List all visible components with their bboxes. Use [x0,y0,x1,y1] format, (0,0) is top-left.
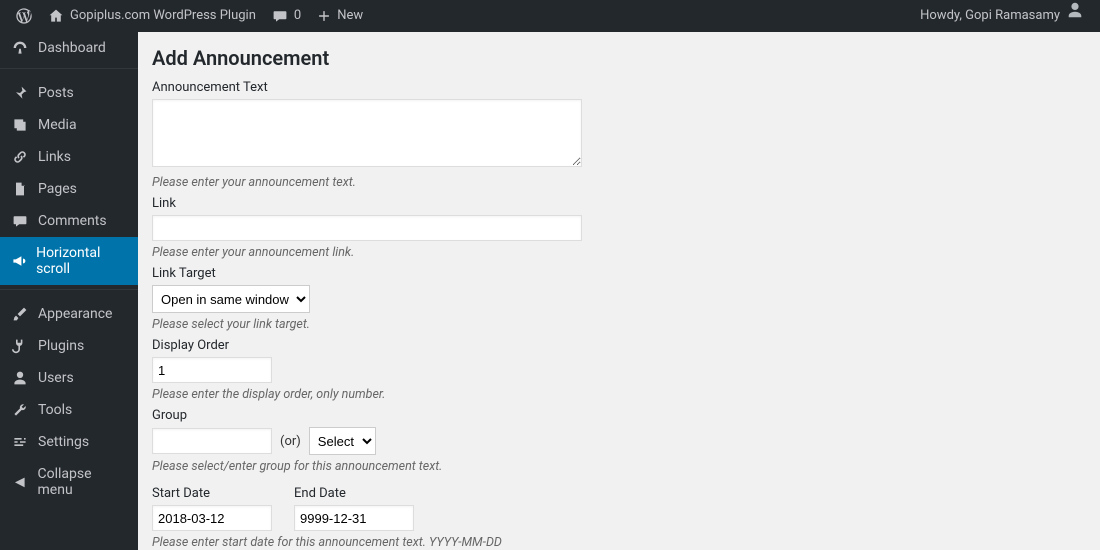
sidebar-item-label: Plugins [38,338,84,354]
link-target-label: Link Target [152,266,1080,281]
sidebar-item-label: Comments [38,213,107,229]
home-icon [48,8,64,24]
wp-logo[interactable] [8,8,40,24]
end-date-label: End Date [294,486,414,501]
media-icon [10,117,30,133]
sidebar-item-users[interactable]: Users [0,362,138,394]
site-name-link[interactable]: Gopiplus.com WordPress Plugin [40,0,264,32]
sidebar-item-settings[interactable]: Settings [0,426,138,458]
comments-count: 0 [294,0,301,32]
sidebar-item-dashboard[interactable]: Dashboard [0,32,138,64]
megaphone-icon [10,253,28,269]
page-content: Add Announcement Announcement Text Pleas… [138,32,1100,550]
link-input[interactable] [152,215,582,241]
sidebar-item-label: Dashboard [38,40,106,56]
pin-icon [10,85,30,101]
ann-text-label: Announcement Text [152,80,1080,95]
new-link[interactable]: New [309,0,371,32]
end-date-input[interactable] [294,505,414,531]
ann-text-help: Please enter your announcement text. [152,175,1080,190]
sidebar-item-label: Pages [38,181,77,197]
group-input[interactable] [152,428,272,454]
sidebar-item-label: Users [38,370,74,386]
sidebar-item-horizontal-scroll[interactable]: Horizontal scroll [0,237,138,285]
link-label: Link [152,196,1080,211]
link-help: Please enter your announcement link. [152,245,1080,260]
avatar-icon [1066,0,1084,32]
dashboard-icon [10,40,30,56]
or-text: (or) [280,434,301,449]
link-icon [10,149,30,165]
sidebar-item-appearance[interactable]: Appearance [0,298,138,330]
sidebar-item-posts[interactable]: Posts [0,77,138,109]
group-select[interactable]: Select [309,427,376,455]
brush-icon [10,306,30,322]
ann-text-input[interactable] [152,99,582,167]
sidebar-item-comments[interactable]: Comments [0,205,138,237]
sidebar-item-tools[interactable]: Tools [0,394,138,426]
sidebar-item-pages[interactable]: Pages [0,173,138,205]
sidebar-item-label: Horizontal scroll [36,245,128,277]
sidebar-item-label: Settings [38,434,89,450]
collapse-menu[interactable]: ◄ Collapse menu [0,458,138,506]
sidebar-item-label: Links [38,149,71,165]
admin-bar: Gopiplus.com WordPress Plugin 0 New Howd… [0,0,1100,32]
display-order-input[interactable] [152,357,272,383]
sidebar-item-label: Appearance [38,306,112,322]
sidebar-item-label: Posts [38,85,74,101]
group-help: Please select/enter group for this annou… [152,459,1080,474]
sidebar-item-plugins[interactable]: Plugins [0,330,138,362]
admin-sidebar: Dashboard Posts Media Links Pages Comments Hor… [0,32,138,550]
greeting-label: Howdy, Gopi Ramasamy [920,0,1060,32]
sidebar-item-label: Media [38,117,77,133]
start-date-input[interactable] [152,505,272,531]
comment-icon [272,8,288,24]
display-order-help: Please enter the display order, only num… [152,387,1080,402]
wrench-icon [10,402,30,418]
page-icon [10,181,30,197]
sidebar-item-label: Tools [38,402,72,418]
collapse-icon: ◄ [10,472,30,492]
settings-icon [10,434,30,450]
plus-icon [317,9,331,23]
user-icon [10,370,30,386]
new-label: New [337,0,363,32]
sidebar-item-media[interactable]: Media [0,109,138,141]
comments-link[interactable]: 0 [264,0,309,32]
group-label: Group [152,408,1080,423]
link-target-select[interactable]: Open in same window [152,285,310,313]
start-date-label: Start Date [152,486,272,501]
wordpress-icon [16,8,32,24]
comment-icon [10,213,30,229]
page-title: Add Announcement [152,46,1080,70]
link-target-help: Please select your link target. [152,317,1080,332]
sidebar-item-links[interactable]: Links [0,141,138,173]
date-help: Please enter start date for this announc… [152,535,1080,550]
collapse-label: Collapse menu [38,466,128,498]
account-link[interactable]: Howdy, Gopi Ramasamy [912,0,1092,32]
display-order-label: Display Order [152,338,1080,353]
site-name-label: Gopiplus.com WordPress Plugin [70,0,256,32]
plug-icon [10,338,30,354]
